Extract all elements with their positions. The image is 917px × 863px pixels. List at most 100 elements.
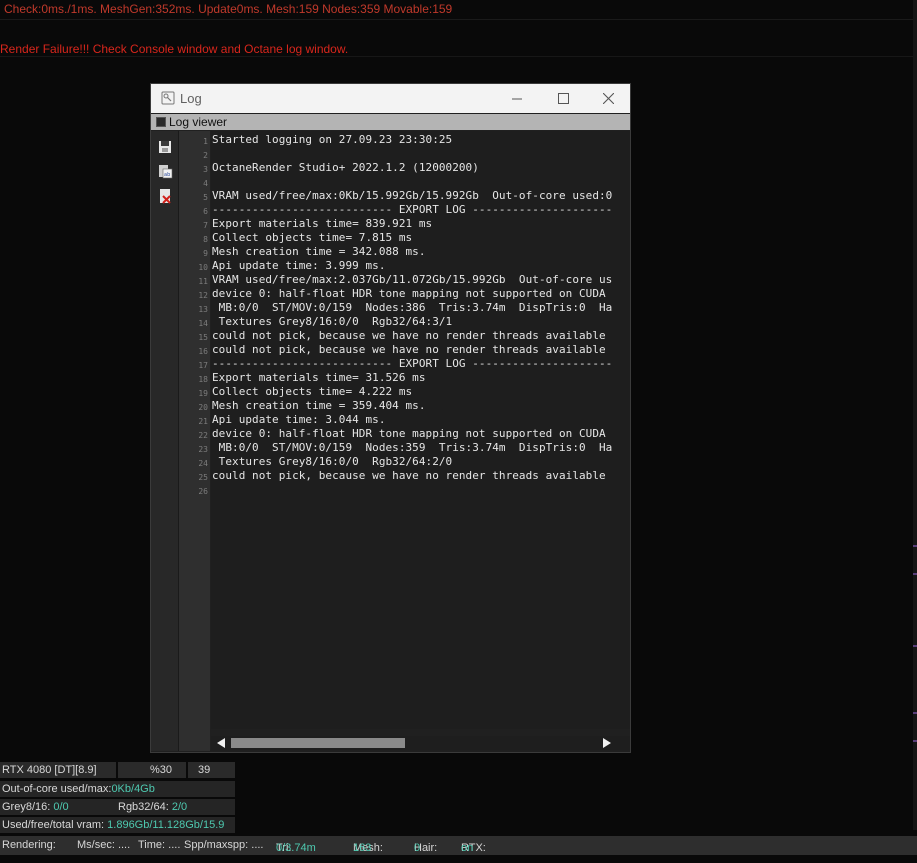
line-number: 22	[198, 431, 208, 440]
log-line: Api update time: 3.044 ms.	[212, 413, 386, 426]
log-line: VRAM used/free/max:0Kb/15.992Gb/15.992Gb…	[212, 189, 613, 202]
svg-text:ab: ab	[164, 172, 170, 178]
line-number: 26	[198, 487, 208, 496]
top-status-text: Check:0ms./1ms. MeshGen:352ms. Update0ms…	[4, 2, 453, 16]
line-number: 14	[198, 319, 208, 328]
edge-mark	[913, 573, 917, 575]
log-line: Textures Grey8/16:0/0 Rgb32/64:3/1	[212, 315, 453, 328]
line-number: 10	[198, 263, 208, 272]
log-line: VRAM used/free/max:2.037Gb/11.072Gb/15.9…	[212, 273, 613, 286]
log-line: Collect objects time= 4.222 ms	[212, 385, 413, 398]
log-line: could not pick, because we have no rende…	[212, 343, 606, 356]
log-line: Mesh creation time = 342.088 ms.	[212, 245, 426, 258]
log-line: Export materials time= 31.526 ms	[212, 371, 426, 384]
render-status-bar: Rendering: Ms/sec: .... Time: .... Spp/m…	[0, 836, 917, 855]
close-icon	[602, 93, 614, 104]
line-number: 1	[203, 137, 208, 146]
line-number: 5	[203, 193, 208, 202]
close-button[interactable]	[585, 84, 630, 113]
line-number: 3	[203, 165, 208, 174]
gpu-temp-cell: 39	[188, 762, 235, 778]
rgb-label: Rgb32/64:	[118, 801, 172, 813]
render-failure-message: Render Failure!!! Check Console window a…	[0, 42, 349, 56]
line-number: 6	[203, 207, 208, 216]
vram-label: Used/free/total vram:	[2, 819, 108, 831]
log-app-icon	[161, 91, 175, 105]
line-number: 24	[198, 459, 208, 468]
scroll-right-arrow-icon[interactable]	[603, 738, 611, 748]
render-time: Time: ....	[138, 839, 181, 851]
log-line: could not pick, because we have no rende…	[212, 329, 606, 342]
spp: Spp/maxspp: ....	[184, 839, 264, 851]
scroll-thumb[interactable]	[231, 738, 405, 748]
log-line: Mesh creation time = 359.404 ms.	[212, 399, 426, 412]
log-line: Api update time: 3.999 ms.	[212, 259, 386, 272]
horizontal-scrollbar[interactable]	[211, 736, 630, 750]
grey-value: 0/0	[53, 801, 69, 813]
gpu-percent: %30	[150, 764, 173, 776]
line-number: 11	[198, 277, 208, 286]
grey-label: Grey8/16:	[2, 801, 54, 813]
edge-mark	[913, 712, 917, 714]
log-line: device 0: half-float HDR tone mapping no…	[212, 427, 606, 440]
log-viewer-tab[interactable]: Log viewer	[151, 114, 630, 130]
log-line: MB:0/0 ST/MOV:0/159 Nodes:386 Tris:3.74m…	[212, 301, 613, 314]
log-line: --------------------------- EXPORT LOG -…	[212, 357, 613, 370]
log-toolbar: ab	[151, 131, 179, 751]
line-number: 2	[203, 151, 208, 160]
viewport-right-edge	[913, 0, 917, 830]
line-number: 13	[198, 305, 208, 314]
line-number: 21	[198, 417, 208, 426]
log-line: Export materials time= 839.921 ms	[212, 217, 433, 230]
out-of-core-value: 0Kb/4Gb	[111, 783, 155, 795]
log-line: Collect objects time= 7.815 ms	[212, 231, 413, 244]
log-line: Textures Grey8/16:0/0 Rgb32/64:2/0	[212, 455, 453, 468]
line-number: 18	[198, 375, 208, 384]
log-line: MB:0/0 ST/MOV:0/159 Nodes:359 Tris:3.74m…	[212, 441, 613, 454]
line-number: 12	[198, 291, 208, 300]
out-of-core-row: Out-of-core used/max:0Kb/4Gb	[0, 781, 235, 797]
edge-mark	[913, 545, 917, 547]
line-number-gutter: 1 2 3 4 5 6 7 8 9 10 11 12 13 14 15 16 17 18 19 20 21 22 23 24 2…	[179, 131, 210, 751]
out-of-core-label: Out-of-core used/max:	[2, 783, 112, 795]
tab-icon	[156, 117, 166, 127]
line-number: 20	[198, 403, 208, 412]
maximize-button[interactable]	[540, 84, 586, 113]
gpu-percent-cell: %30	[118, 762, 186, 778]
line-number: 19	[198, 389, 208, 398]
line-number: 8	[203, 235, 208, 244]
maximize-icon	[557, 93, 569, 104]
log-line: could not pick, because we have no rende…	[212, 469, 606, 482]
log-line: Started logging on 27.09.23 23:30:25	[212, 133, 453, 146]
edge-mark	[913, 740, 917, 742]
edge-mark	[913, 645, 917, 647]
divider	[0, 56, 917, 57]
rendering-label: Rendering:	[2, 839, 56, 851]
log-window[interactable]: Log Log viewer ab 1 2 3 4 5 6 7 8 9 10 11 12 13	[150, 83, 631, 753]
line-number: 15	[198, 333, 208, 342]
rgb-value: 2/0	[171, 801, 188, 813]
tab-label: Log viewer	[169, 115, 228, 129]
line-number: 25	[198, 473, 208, 482]
minimize-icon	[511, 98, 522, 100]
copy-icon[interactable]: ab	[157, 163, 173, 179]
line-number: 4	[203, 179, 208, 188]
ms-sec: Ms/sec: ....	[77, 839, 131, 851]
log-line: device 0: half-float HDR tone mapping no…	[212, 287, 606, 300]
log-text-area[interactable]: Started logging on 27.09.23 23:30:25 Octa…	[211, 131, 630, 729]
vram-row: Used/free/total vram: 1.896Gb/11.128Gb/1…	[0, 817, 235, 833]
line-number: 9	[203, 249, 208, 258]
log-line: --------------------------- EXPORT LOG -…	[212, 203, 613, 216]
log-window-titlebar[interactable]: Log	[151, 84, 630, 113]
clear-icon[interactable]	[157, 188, 173, 204]
line-number: 7	[203, 221, 208, 230]
gpu-temp: 39	[198, 764, 211, 776]
save-icon[interactable]	[157, 139, 173, 155]
gpu-name-cell: RTX 4080 [DT][8.9]	[0, 762, 116, 778]
texture-row: Grey8/16: 0/0 Rgb32/64: 2/0	[0, 799, 235, 815]
minimize-button[interactable]	[494, 84, 540, 113]
line-number: 16	[198, 347, 208, 356]
line-number: 17	[198, 361, 208, 370]
log-line: OctaneRender Studio+ 2022.1.2 (12000200)	[212, 161, 479, 174]
scroll-left-arrow-icon[interactable]	[217, 738, 225, 748]
